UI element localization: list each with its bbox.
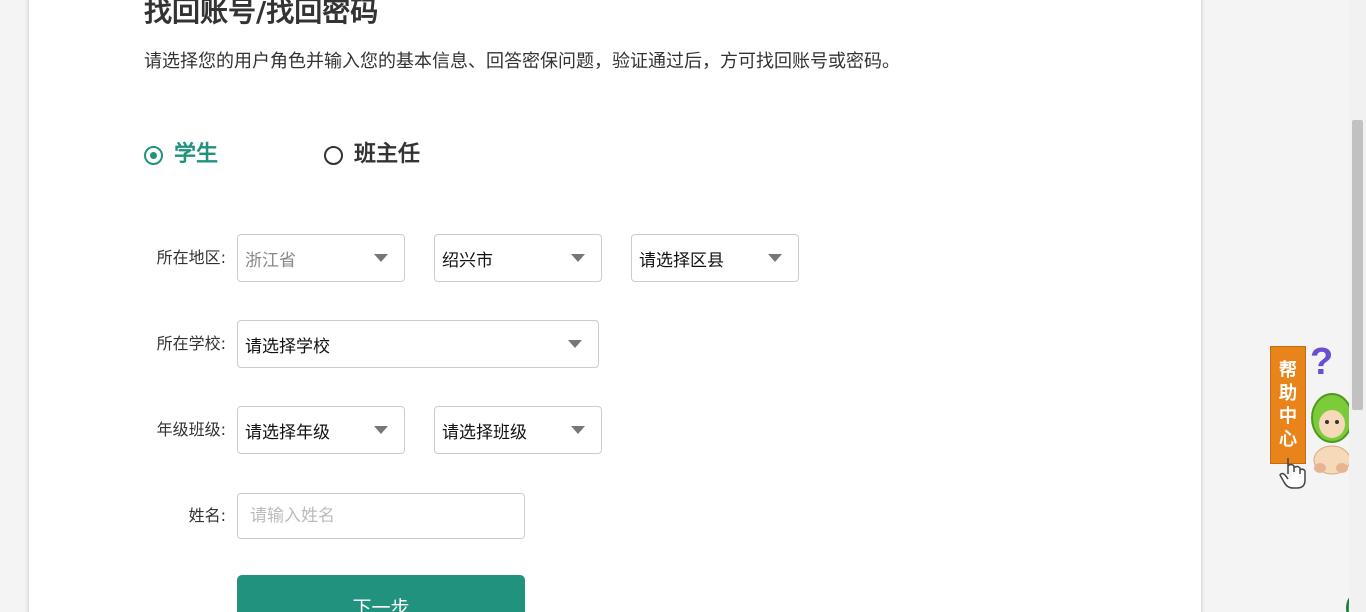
county-value: 请选择区县 (639, 250, 724, 271)
caret-down-icon (571, 254, 585, 262)
caret-down-icon (571, 426, 585, 434)
class-label: 年级班级: (156, 420, 226, 439)
region-label: 所在地区: (156, 248, 226, 267)
city-value: 绍兴市 (442, 250, 493, 271)
help-center-tag: 帮 助 中 心 (1270, 346, 1306, 464)
city-select[interactable]: 绍兴市 (434, 234, 602, 282)
county-select[interactable]: 请选择区县 (631, 234, 799, 282)
caret-down-icon (374, 426, 388, 434)
help-char: 心 (1279, 429, 1297, 450)
role-student-label: 学生 (174, 142, 219, 167)
help-char: 助 (1279, 383, 1297, 404)
grade-value: 请选择年级 (245, 422, 330, 443)
role-student-radio[interactable]: 学生 (144, 140, 218, 170)
help-center-widget[interactable]: 帮 助 中 心 ? (1268, 338, 1352, 494)
school-label: 所在学校: (156, 334, 226, 353)
province-select[interactable]: 浙江省 (237, 234, 405, 282)
help-char: 中 (1279, 406, 1297, 427)
caret-down-icon (768, 254, 782, 262)
role-head-teacher-radio[interactable]: 班主任 (324, 140, 420, 170)
help-char: 帮 (1279, 360, 1297, 381)
scrollbar-thumb[interactable] (1352, 120, 1363, 410)
caret-down-icon (374, 254, 388, 262)
class-select[interactable]: 请选择班级 (434, 406, 602, 454)
school-select[interactable]: 请选择学校 (237, 320, 599, 368)
province-value: 浙江省 (245, 250, 296, 271)
page-description: 请选择您的用户角色并输入您的基本信息、回答密保问题，验证通过后，方可找回账号或密… (144, 51, 900, 72)
radio-checked-icon (144, 145, 163, 165)
class-value: 请选择班级 (442, 422, 527, 443)
next-step-button[interactable]: 下一步 (237, 575, 525, 612)
svg-text:?: ? (1310, 341, 1333, 383)
scrollbar[interactable] (1349, 0, 1366, 612)
radio-unchecked-icon (324, 145, 343, 165)
school-value: 请选择学校 (245, 336, 330, 357)
role-head-teacher-label: 班主任 (354, 142, 421, 167)
grade-select[interactable]: 请选择年级 (237, 406, 405, 454)
pointer-hand-icon (1279, 458, 1306, 489)
page-title: 找回账号/找回密码 (144, 0, 379, 28)
caret-down-icon (568, 340, 582, 348)
name-label: 姓名: (188, 506, 226, 525)
name-input[interactable] (237, 493, 525, 539)
mascot-icon: ? (1310, 341, 1352, 475)
